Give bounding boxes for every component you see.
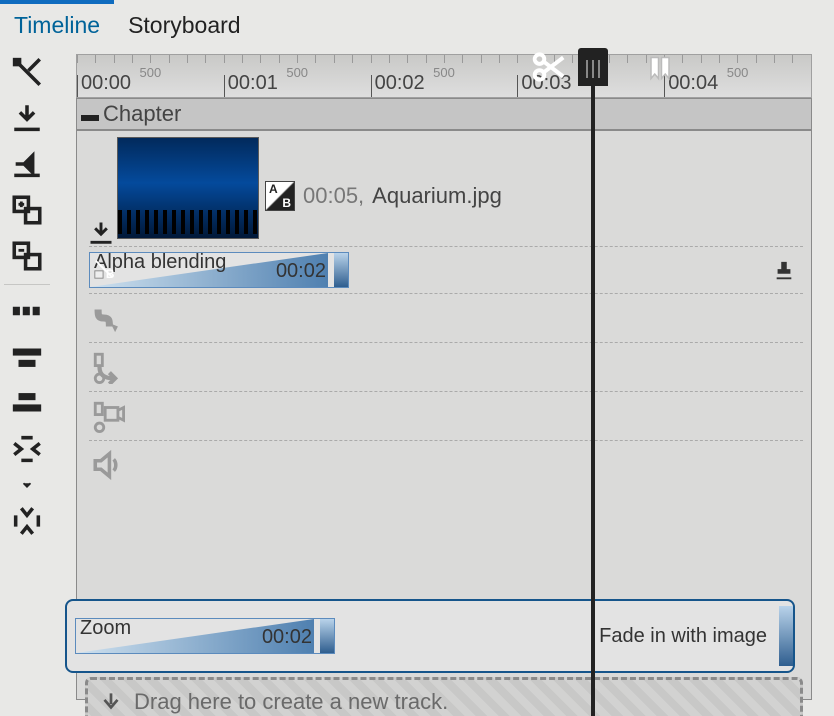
scissors-icon[interactable] [530,48,568,91]
camera-track[interactable] [89,392,803,441]
ruler-minor-0: 500 [140,65,162,80]
fade-in-label: Fade in with image [599,625,767,648]
tool-expand-small-icon[interactable] [4,475,50,495]
tool-remove-track-icon[interactable] [4,236,50,276]
motion-path-icon [89,299,127,337]
playhead[interactable] [578,48,608,86]
alpha-blending-clip[interactable]: Alpha blending 00:02 B [89,252,349,288]
ruler-minor-2: 500 [433,65,455,80]
down-arrow-icon [98,689,124,715]
zoom-time: 00:02 [262,626,312,649]
clip-thumbnail[interactable] [117,137,259,239]
transition-ab-icon[interactable] [265,181,295,211]
keyframe-arrow-icon [89,348,127,386]
chapter-label: Chapter [103,101,181,127]
svg-text:B: B [106,267,115,280]
tool-segments-icon[interactable] [4,291,50,331]
tool-split-icon[interactable] [4,52,50,92]
tab-storyboard[interactable]: Storyboard [114,0,255,47]
chapter-collapse-icon[interactable] [77,101,103,127]
ruler-tick-1: 00:01 [228,72,278,95]
clip-filename: Aquarium.jpg [372,183,502,209]
camera-icon [89,397,127,435]
stamp-icon[interactable] [773,260,795,287]
video-track[interactable]: 00:05, Aquarium.jpg [89,131,803,247]
ruler-tick-0: 00:00 [81,72,131,95]
alpha-time: 00:02 [276,260,326,283]
zoom-clip[interactable]: Zoom 00:02 [75,618,335,654]
alpha-icon-b: B [92,258,116,285]
timeline-main: 00:00500 00:01500 00:02500 00:03500 00:0… [54,46,834,716]
dropzone-hint: Drag here to create a new track. [134,689,448,715]
tracks-panel: 00:05, Aquarium.jpg Alpha blending 00:02… [76,130,812,700]
motion-track[interactable] [89,294,803,343]
audio-track[interactable] [89,441,803,489]
vertical-toolbar [0,46,54,716]
tab-timeline[interactable]: Timeline [0,0,114,47]
tool-align-top-icon[interactable] [4,337,50,377]
zoom-effect-clip[interactable]: fx Zoom 00:02 Fade in with image [65,599,795,673]
new-track-dropzone[interactable]: Drag here to create a new track. [85,677,803,716]
zoom-label: Zoom [80,617,131,640]
marker-icon[interactable] [642,52,678,95]
keyframe-track[interactable] [89,343,803,392]
alpha-track[interactable]: Alpha blending 00:02 B [89,247,803,294]
toolbar-divider [4,284,50,285]
ruler-minor-4: 500 [727,65,749,80]
tool-align-bottom-icon[interactable] [4,383,50,423]
tool-insert-down-icon[interactable] [4,98,50,138]
time-ruler[interactable]: 00:00500 00:01500 00:02500 00:03500 00:0… [76,54,812,98]
speaker-icon [89,446,127,484]
chapter-header[interactable]: Chapter [76,98,812,130]
clip-duration: 00:05, [303,183,364,209]
tool-fit-icon[interactable] [4,429,50,469]
ruler-minor-1: 500 [286,65,308,80]
tool-add-track-icon[interactable] [4,190,50,230]
ruler-tick-2: 00:02 [375,72,425,95]
clip-end-handle[interactable] [779,606,793,666]
tool-play-marker-icon[interactable] [4,144,50,184]
tool-fit-h-icon[interactable] [4,501,50,541]
